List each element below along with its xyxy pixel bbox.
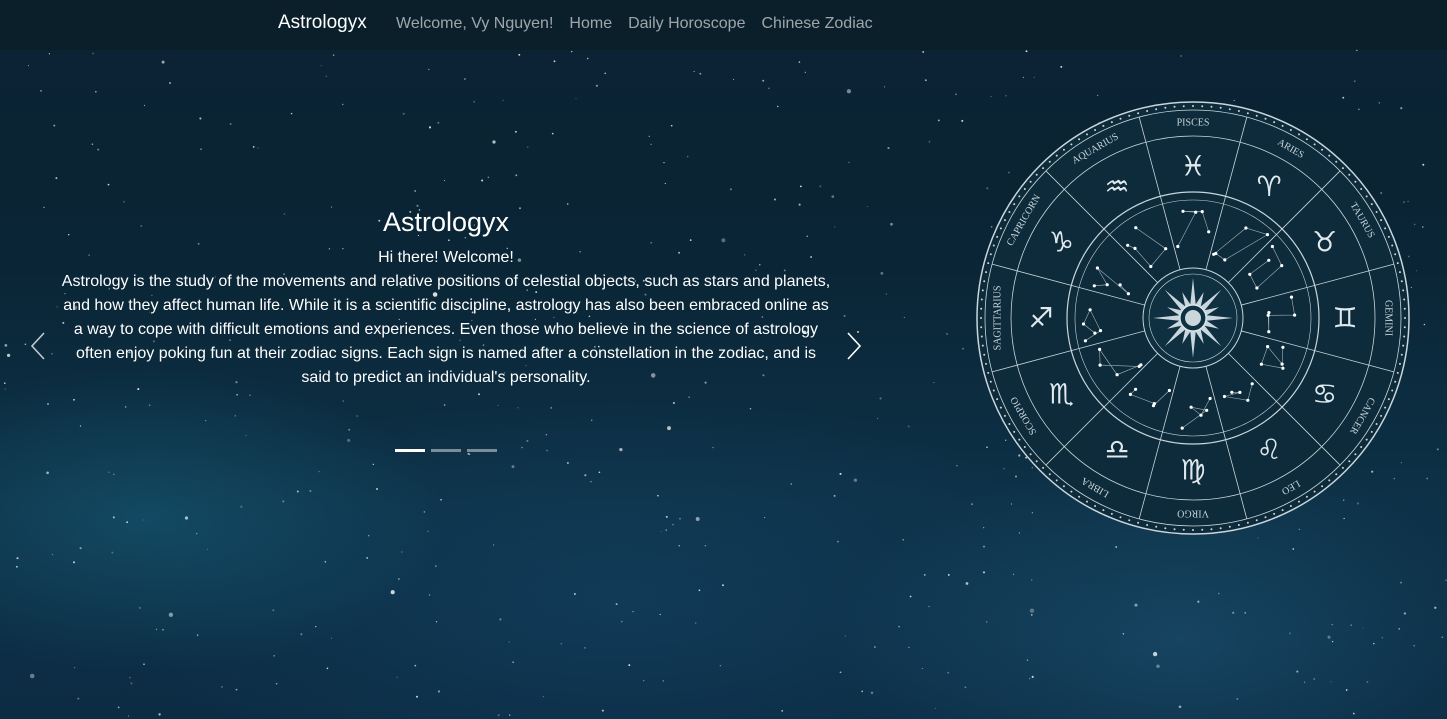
nav-daily-horoscope-link[interactable]: Daily Horoscope bbox=[620, 14, 753, 34]
wheel-sign-glyph-icon: ♈ bbox=[1256, 170, 1281, 203]
nav-home-link[interactable]: Home bbox=[561, 14, 620, 34]
carousel-indicators bbox=[395, 449, 497, 452]
hero-carousel: Astrologyx Hi there! Welcome! Astrology … bbox=[0, 50, 892, 520]
zodiac-wheel-image: PISCES♓ARIES♈TAURUS♉GEMINI♊CANCER♋LEO♌VI… bbox=[976, 101, 1410, 535]
wheel-sign-glyph-icon: ♉ bbox=[1312, 226, 1337, 259]
carousel-indicator-2[interactable] bbox=[431, 449, 461, 452]
chevron-right-icon bbox=[847, 332, 862, 360]
chevron-left-icon bbox=[30, 332, 45, 360]
wheel-sign-glyph-icon: ♓ bbox=[1180, 150, 1205, 183]
carousel-title: Astrologyx bbox=[382, 207, 510, 237]
wheel-sign-name: GEMINI bbox=[1383, 300, 1394, 336]
sun-icon bbox=[1153, 278, 1233, 358]
carousel-prev-button[interactable] bbox=[26, 326, 50, 366]
nav-chinese-zodiac-link[interactable]: Chinese Zodiac bbox=[753, 14, 880, 34]
wheel-sign-name: SAGITTARIUS bbox=[992, 286, 1003, 351]
brand-link[interactable]: Astrologyx bbox=[278, 12, 367, 34]
wheel-sign-glyph-icon: ♐ bbox=[1028, 302, 1053, 335]
carousel-description: Astrology is the study of the movements … bbox=[61, 273, 831, 386]
wheel-sign-glyph-icon: ♍ bbox=[1180, 454, 1205, 487]
wheel-sign-glyph-icon: ♊ bbox=[1332, 302, 1357, 335]
nav-links: Welcome, Vy Nguyen! Home Daily Horoscope… bbox=[388, 14, 881, 34]
wheel-sign-glyph-icon: ♎ bbox=[1104, 433, 1129, 466]
nav-welcome-link[interactable]: Welcome, Vy Nguyen! bbox=[388, 14, 561, 34]
carousel-caption: Astrologyx Hi there! Welcome! Astrology … bbox=[60, 206, 832, 390]
carousel-indicator-3[interactable] bbox=[467, 449, 497, 452]
wheel-sign-glyph-icon: ♋ bbox=[1312, 378, 1337, 411]
wheel-sign-glyph-icon: ♏ bbox=[1049, 378, 1074, 411]
wheel-sign-glyph-icon: ♑ bbox=[1049, 226, 1074, 259]
carousel-greeting: Hi there! Welcome! bbox=[378, 249, 514, 266]
carousel-indicator-1[interactable] bbox=[395, 449, 425, 452]
wheel-sign-glyph-icon: ♒ bbox=[1104, 170, 1129, 203]
wheel-sign-name: PISCES bbox=[1177, 117, 1210, 128]
carousel-next-button[interactable] bbox=[842, 326, 866, 366]
wheel-sign-name: VIRGO bbox=[1177, 508, 1209, 519]
navbar: Astrologyx Welcome, Vy Nguyen! Home Dail… bbox=[0, 0, 1447, 50]
wheel-sign-glyph-icon: ♌ bbox=[1256, 433, 1281, 466]
